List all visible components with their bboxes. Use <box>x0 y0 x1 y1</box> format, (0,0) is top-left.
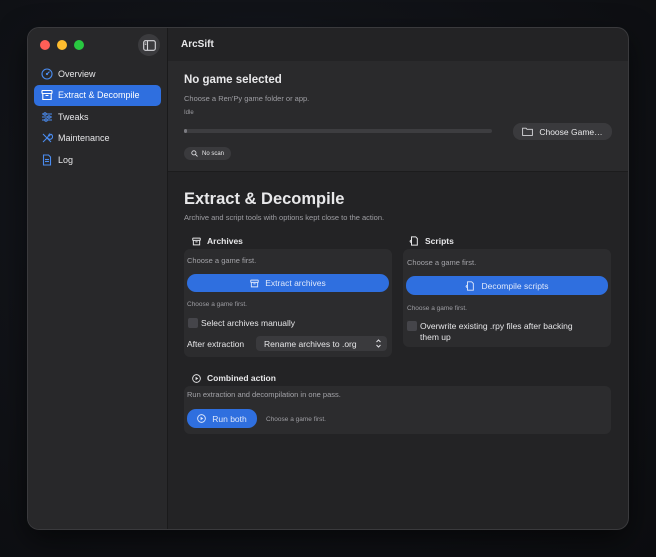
scan-status-badge: No scan <box>184 147 232 160</box>
sidebar-item-log[interactable]: Log <box>34 149 161 170</box>
window-controls <box>40 40 84 50</box>
folder-icon <box>522 127 534 136</box>
archives-card: Choose a game first. Extract archives Ch… <box>184 249 392 357</box>
status-state-label: Idle <box>184 110 194 116</box>
overwrite-rpy-label-cont: them up <box>420 332 451 342</box>
sidebar-icon <box>142 39 156 51</box>
chevron-up-down-icon <box>376 339 381 348</box>
sidebar-item-extract-decompile[interactable]: Extract & Decompile <box>34 84 161 106</box>
gauge-icon <box>40 67 53 80</box>
play-circle-icon <box>197 414 207 423</box>
scripts-card: Choose a game first. Decompile scripts C… <box>403 249 611 347</box>
archives-hint: Choose a game first. <box>187 256 257 265</box>
status-panel: No game selected Choose a Ren'Py game fo… <box>168 61 628 172</box>
document-icon <box>40 153 53 166</box>
scripts-heading-label: Scripts <box>425 236 454 246</box>
game-status-subtitle: Choose a Ren'Py game folder or app. <box>184 94 310 103</box>
run-both-button[interactable]: Run both <box>187 409 257 428</box>
sidebar-item-label: Log <box>58 154 74 165</box>
wrench-icon <box>40 132 53 145</box>
minimize-window-button[interactable] <box>57 40 67 50</box>
choose-game-label: Choose Game… <box>539 126 603 137</box>
run-both-hint: Choose a game first. <box>266 416 326 423</box>
sidebar-item-tweaks[interactable]: Tweaks <box>34 106 161 127</box>
decompile-scripts-button[interactable]: Decompile scripts <box>406 276 608 295</box>
sidebar-item-label: Tweaks <box>58 111 89 122</box>
combined-action-description: Run extraction and decompilation in one … <box>187 390 341 399</box>
page-title: Extract & Decompile <box>184 190 345 208</box>
sliders-icon <box>40 110 53 123</box>
scripts-heading: Scripts <box>409 236 454 246</box>
extract-archives-label: Extract archives <box>265 278 326 288</box>
magnifier-icon <box>191 150 198 157</box>
select-archives-manually-label: Select archives manually <box>201 318 296 328</box>
scan-badge-label: No scan <box>202 150 225 157</box>
overwrite-rpy-label: Overwrite existing .rpy files after back… <box>420 321 573 331</box>
script-document-icon <box>465 280 475 291</box>
choose-game-button[interactable]: Choose Game… <box>513 123 612 140</box>
sidebar-item-label: Overview <box>58 68 96 79</box>
archive-box-icon <box>250 279 259 287</box>
decompile-scripts-label: Decompile scripts <box>481 280 549 291</box>
app-window: Overview Extract & Decompile Tweaks Main… <box>28 28 628 529</box>
overwrite-rpy-checkbox[interactable] <box>407 321 417 331</box>
select-archives-manually-checkbox[interactable] <box>188 318 198 328</box>
archives-heading: Archives <box>192 236 243 246</box>
sidebar-item-label: Extract & Decompile <box>58 90 140 100</box>
progress-fill <box>184 129 188 133</box>
sidebar-item-label: Maintenance <box>58 133 110 143</box>
zoom-window-button[interactable] <box>74 40 84 50</box>
play-circle-icon <box>192 373 201 383</box>
archive-box-icon <box>192 237 201 245</box>
after-extraction-select[interactable]: Rename archives to .org <box>256 336 387 351</box>
after-extraction-value: Rename archives to .org <box>264 338 357 349</box>
combined-action-heading-label: Combined action <box>207 373 276 383</box>
progress-bar <box>184 129 492 133</box>
scripts-hint: Choose a game first. <box>407 258 477 267</box>
close-window-button[interactable] <box>40 40 50 50</box>
combined-action-card: Run extraction and decompilation in one … <box>184 386 611 434</box>
page-subtitle: Archive and script tools with options ke… <box>184 213 385 222</box>
window-title: ArcSift <box>181 39 214 50</box>
decompile-button-hint: Choose a game first. <box>407 305 467 312</box>
game-status-title: No game selected <box>184 74 282 86</box>
extract-archives-button[interactable]: Extract archives <box>187 274 389 292</box>
combined-action-heading: Combined action <box>192 373 276 383</box>
archives-heading-label: Archives <box>207 236 243 246</box>
archive-box-icon <box>40 89 53 102</box>
sidebar-item-overview[interactable]: Overview <box>34 63 161 84</box>
after-extraction-label: After extraction <box>187 339 245 349</box>
main-content: ArcSift No game selected Choose a Ren'Py… <box>168 28 628 529</box>
script-document-icon <box>409 236 418 246</box>
run-both-label: Run both <box>212 413 247 424</box>
extract-button-hint: Choose a game first. <box>187 301 247 308</box>
sidebar-nav: Overview Extract & Decompile Tweaks Main… <box>34 63 161 171</box>
sidebar: Overview Extract & Decompile Tweaks Main… <box>28 28 168 529</box>
sidebar-item-maintenance[interactable]: Maintenance <box>34 128 161 149</box>
sidebar-toggle-button[interactable] <box>138 34 160 56</box>
